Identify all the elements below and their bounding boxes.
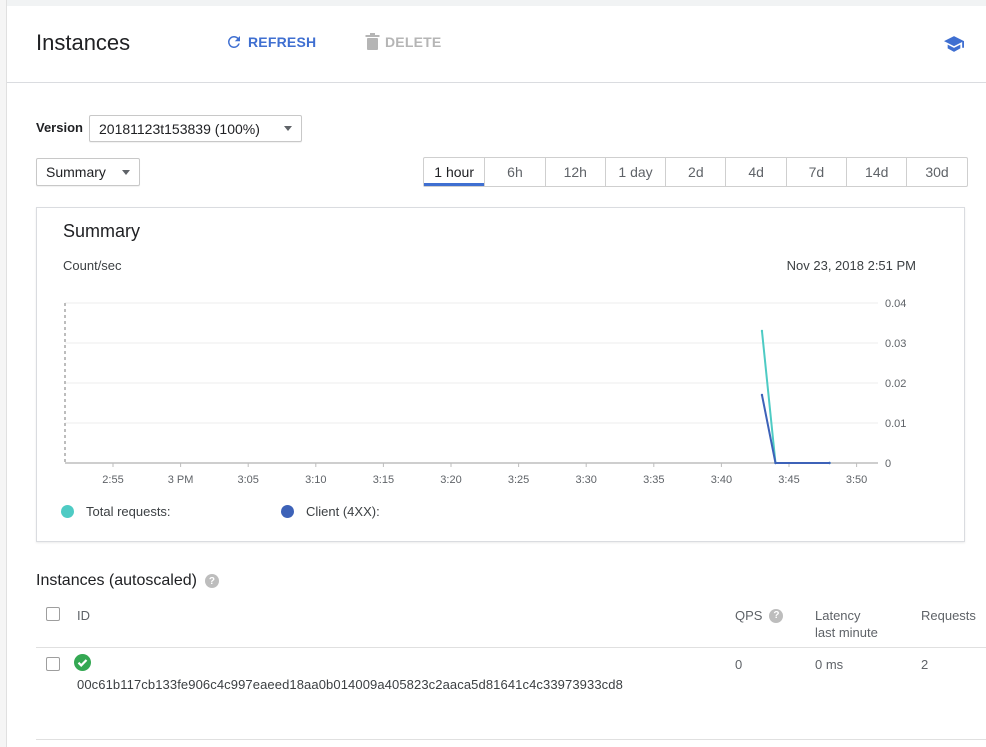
instance-id-link[interactable]: 00c61b117cb133fe906c4c997eaeed18aa0b0140… xyxy=(77,677,623,692)
time-range-2d[interactable]: 2d xyxy=(665,158,725,186)
delete-label: DELETE xyxy=(385,33,442,50)
summary-card: Summary Count/sec Nov 23, 2018 2:51 PM 0… xyxy=(36,207,965,542)
summary-chart[interactable]: 0 0.01 0.02 0.03 0.04 2:55 3 PM 3:05 3:10 3:15 3:2… xyxy=(37,208,964,498)
table-bottom-divider xyxy=(36,739,986,740)
legend-swatch xyxy=(281,505,294,518)
data-point xyxy=(828,461,831,465)
y-tick-label: 0.03 xyxy=(885,338,906,350)
refresh-button[interactable]: REFRESH xyxy=(225,33,316,51)
time-range-30d[interactable]: 30d xyxy=(906,158,966,186)
row-checkbox[interactable] xyxy=(46,657,60,671)
x-tick-label: 3:50 xyxy=(846,474,867,486)
y-tick-label: 0 xyxy=(885,458,891,470)
data-point xyxy=(774,461,777,465)
graduation-cap-icon[interactable] xyxy=(944,36,964,52)
column-header-qps-label: QPS xyxy=(735,608,763,623)
row-qps: 0 xyxy=(735,657,743,672)
x-tick-label: 3:30 xyxy=(575,474,596,486)
row-requests: 2 xyxy=(921,657,929,672)
select-all-checkbox[interactable] xyxy=(46,607,60,621)
time-range-12h[interactable]: 12h xyxy=(544,158,605,186)
view-selected-value: Summary xyxy=(46,164,106,180)
x-tick-label: 3:25 xyxy=(508,474,529,486)
left-nav-edge xyxy=(0,0,7,747)
check-circle-icon xyxy=(74,654,91,671)
time-range-4d[interactable]: 4d xyxy=(725,158,785,186)
help-icon[interactable]: ? xyxy=(769,608,784,623)
latency-header-line2: last minute xyxy=(815,625,878,640)
view-dropdown[interactable]: Summary xyxy=(36,158,140,186)
legend-label: Client (4XX): xyxy=(306,504,380,519)
x-tick-label: 3:35 xyxy=(643,474,664,486)
chevron-down-icon xyxy=(284,126,292,131)
x-tick-label: 3:20 xyxy=(440,474,461,486)
instances-title-text: Instances (autoscaled) xyxy=(36,572,197,589)
column-header-requests[interactable]: Requests xyxy=(921,607,976,624)
delete-button[interactable]: DELETE xyxy=(365,33,441,50)
page-header: Instances REFRESH DELETE xyxy=(7,6,986,83)
x-tick-label: 3:10 xyxy=(305,474,326,486)
legend-label: Total requests: xyxy=(86,504,171,519)
x-tick-label: 3 PM xyxy=(168,474,194,486)
y-tick-label: 0.01 xyxy=(885,418,906,430)
legend-item-total-requests[interactable]: Total requests: xyxy=(61,504,171,519)
refresh-label: REFRESH xyxy=(248,34,317,50)
y-tick-label: 0.04 xyxy=(885,298,906,310)
y-tick-label: 0.02 xyxy=(885,378,906,390)
x-tick-label: 2:55 xyxy=(102,474,123,486)
latency-header-line1: Latency xyxy=(815,608,861,623)
table-header-divider xyxy=(36,647,986,648)
version-label: Version xyxy=(36,120,83,135)
time-range-selector: 1 hour 6h 12h 1 day 2d 4d 7d 14d 30d xyxy=(423,157,968,187)
page-title: Instances xyxy=(36,30,131,55)
x-tick-label: 3:45 xyxy=(778,474,799,486)
time-range-6h[interactable]: 6h xyxy=(484,158,544,186)
row-latency: 0 ms xyxy=(815,657,844,672)
time-range-1-day[interactable]: 1 day xyxy=(604,158,665,186)
refresh-icon xyxy=(227,35,240,48)
help-icon[interactable]: ? xyxy=(204,574,219,588)
chevron-down-icon xyxy=(122,169,130,175)
version-selected-value: 20181123t153839 (100%) xyxy=(99,120,260,137)
legend-item-client-4xx[interactable]: Client (4XX): xyxy=(281,504,380,519)
data-point xyxy=(760,393,764,397)
x-tick-label: 3:15 xyxy=(373,474,394,486)
x-tick-label: 3:40 xyxy=(711,474,732,486)
legend-swatch xyxy=(61,505,74,518)
column-header-id[interactable]: ID xyxy=(77,607,90,624)
time-range-1-hour[interactable]: 1 hour xyxy=(424,158,485,186)
x-tick-label: 3:05 xyxy=(237,474,258,486)
version-dropdown[interactable]: 20181123t153839 (100%) xyxy=(89,115,302,142)
data-point xyxy=(760,329,764,333)
column-header-qps[interactable]: QPS ? xyxy=(735,607,784,624)
trash-icon xyxy=(365,33,380,50)
column-header-latency[interactable]: Latency last minute xyxy=(815,607,878,641)
instances-section-title: Instances (autoscaled) ? xyxy=(36,572,219,590)
time-range-7d[interactable]: 7d xyxy=(785,158,846,186)
time-range-14d[interactable]: 14d xyxy=(846,158,906,186)
